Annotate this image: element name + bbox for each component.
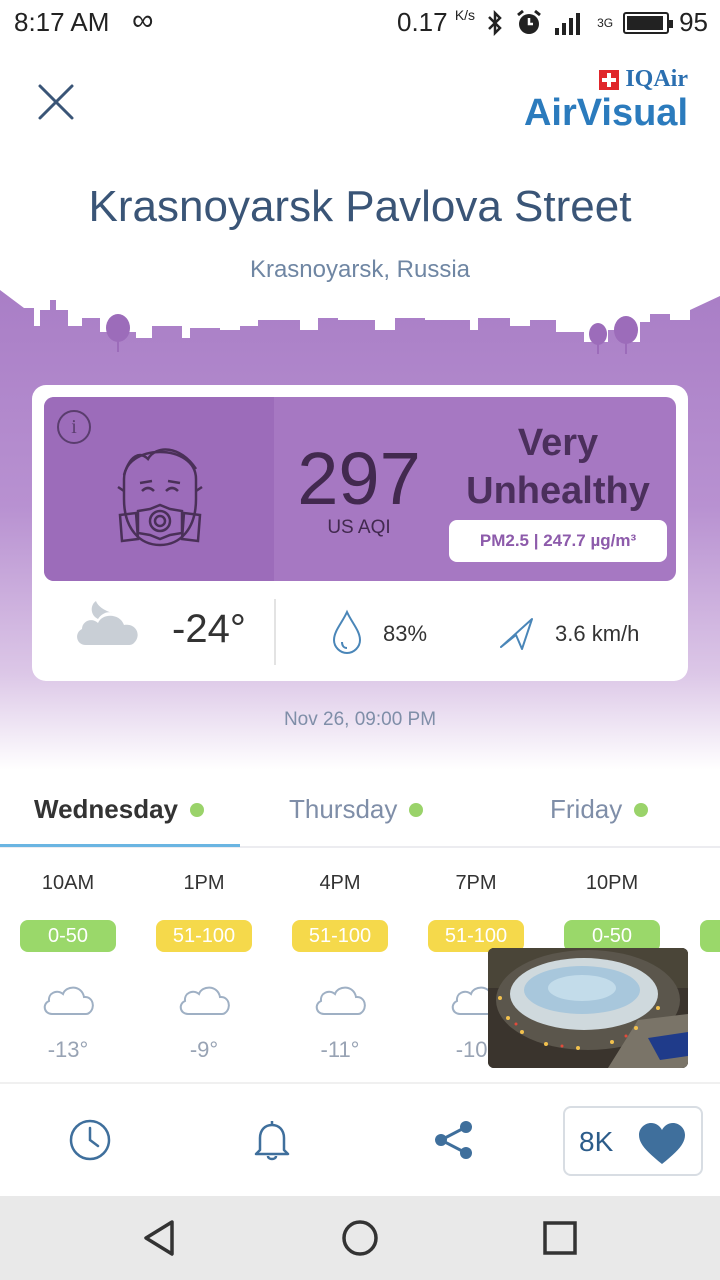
aqi-status-line2: Unhealthy	[466, 470, 650, 512]
hour-temperature: -11°	[320, 1037, 360, 1062]
next-hour-pill-peek	[700, 920, 720, 952]
network-speed-value: 0.17	[396, 7, 448, 37]
station-location: Krasnoyarsk, Russia	[249, 256, 471, 283]
roundabout-camera-image	[488, 948, 688, 1068]
back-icon[interactable]	[140, 1218, 180, 1258]
aqi-unit-label: US AQI	[327, 517, 391, 538]
network-speed: 0.17 K/s	[397, 7, 475, 38]
hour-temperature: -9°	[189, 1037, 219, 1062]
recents-icon[interactable]	[540, 1218, 580, 1258]
tab-label: Friday	[550, 794, 623, 824]
cloud-icon	[179, 986, 230, 1015]
airvisual-logo: AirVisual	[523, 92, 688, 134]
pollutant-badge[interactable]: PM2.5 | 247.7 µg/m³	[449, 520, 667, 562]
tab-label: Thursday	[289, 794, 398, 824]
city-skyline	[0, 290, 720, 354]
hour-aqi-badge: 0-50	[20, 920, 116, 952]
share-icon[interactable]	[432, 1118, 476, 1162]
brand-logo: IQAir AirVisual	[524, 66, 688, 133]
hour-time: 1PM	[183, 872, 225, 894]
battery-fill	[627, 15, 664, 30]
tab-wednesday[interactable]: Wednesday	[34, 794, 205, 825]
close-icon[interactable]	[32, 78, 80, 126]
iqair-logo: IQAir	[524, 66, 688, 93]
notification-bell-icon[interactable]	[250, 1118, 294, 1162]
iqair-text: IQAir	[625, 66, 688, 92]
status-dot	[190, 802, 205, 817]
aqi-panel[interactable]: i 297 US AQI Very Unhealthy PM2.5 | 247.…	[44, 397, 676, 581]
wind-speed: 3.6 km/h	[555, 621, 640, 646]
hour-time: 10AM	[41, 872, 95, 894]
infinity-icon: ∞	[132, 4, 154, 37]
hour-time: 7PM	[455, 872, 497, 894]
network-speed-unit: K/s	[454, 7, 476, 23]
like-button[interactable]: 8K	[563, 1106, 703, 1176]
temperature: -24°	[172, 607, 246, 651]
weather-row: -24° 83% 3.6 km/h	[32, 585, 688, 681]
hourly-item[interactable]: 10AM 0-50 -13°	[13, 872, 123, 1063]
tab-friday[interactable]: Friday	[550, 794, 649, 825]
home-icon[interactable]	[340, 1218, 380, 1258]
alarm-icon	[517, 9, 541, 34]
status-time: 8:17 AM	[14, 7, 110, 37]
network-type: 3G	[597, 15, 614, 30]
night-cloud-icon	[77, 601, 138, 645]
heart-icon	[639, 1123, 685, 1164]
status-dot	[409, 802, 424, 817]
status-right: 0.17 K/s 3G 95	[397, 7, 708, 38]
signal-icon	[555, 12, 581, 35]
hour-temperature: -13°	[47, 1037, 89, 1062]
hour-aqi-badge: 51-100	[292, 920, 388, 952]
wind-direction-icon	[500, 618, 533, 650]
info-icon[interactable]: i	[57, 410, 91, 444]
bluetooth-icon	[488, 9, 502, 36]
divider	[274, 599, 276, 665]
humidity-value: 83%	[383, 621, 428, 646]
battery-icon	[623, 11, 674, 34]
last-updated: Nov 26, 09:00 PM	[283, 709, 437, 730]
status-bar: 8:17 AM ∞ 0.17 K/s 3G 95	[0, 0, 720, 44]
aqi-value: 297	[297, 437, 421, 520]
action-bar: 8K	[0, 1082, 720, 1196]
cloud-icon	[315, 986, 366, 1015]
hour-time: 4PM	[319, 872, 361, 894]
cloud-icon	[43, 986, 94, 1015]
aqi-status: Very Unhealthy	[448, 419, 668, 515]
station-name: Krasnoyarsk Pavlova Street	[88, 182, 632, 231]
status-dot	[634, 802, 649, 817]
like-count: 8K	[579, 1126, 614, 1157]
tab-label: Wednesday	[34, 794, 179, 824]
humidity-drop-icon	[332, 609, 362, 655]
system-nav-bar	[0, 1196, 720, 1280]
hourly-item[interactable]: 4PM 51-100 -11°	[285, 872, 395, 1063]
battery-percent: 95	[679, 7, 708, 37]
aqi-mask-area: i	[44, 397, 274, 581]
hour-aqi-badge: 51-100	[156, 920, 252, 952]
history-clock-icon[interactable]	[68, 1118, 112, 1162]
aqi-status-line1: Very	[517, 422, 599, 464]
hour-time: 10PM	[585, 872, 639, 894]
hourly-item[interactable]: 1PM 51-100 -9°	[149, 872, 259, 1063]
active-tab-indicator	[0, 844, 240, 847]
day-tabs: Wednesday Thursday Friday	[0, 770, 720, 848]
tab-thursday[interactable]: Thursday	[289, 794, 424, 825]
video-thumbnail[interactable]	[488, 948, 688, 1068]
gas-mask-face-icon	[117, 448, 203, 547]
swiss-cross-icon	[599, 69, 620, 90]
